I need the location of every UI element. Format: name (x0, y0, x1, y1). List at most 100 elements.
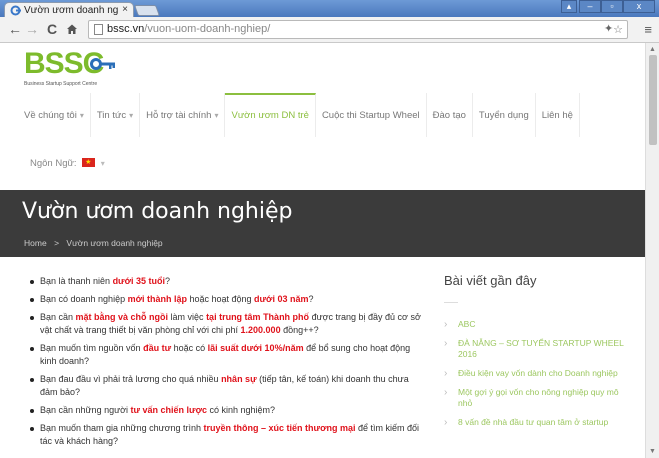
nav-item-2[interactable]: Hỗ trợ tài chính ▾ (140, 93, 226, 137)
close-window-button[interactable]: x (623, 0, 655, 13)
scroll-up-arrow-icon[interactable]: ▲ (649, 46, 656, 53)
vietnam-flag-icon: ★ (82, 158, 96, 167)
chevron-down-icon: ▾ (79, 111, 84, 120)
list-item: Bạn là thanh niên dưới 35 tuổi? (30, 275, 425, 288)
body-text: Bạn muốn tham gia những chương trình (40, 423, 204, 433)
chevron-down-icon: ▾ (214, 111, 219, 120)
browser-tab[interactable]: Vườn ươm doanh ngh × (4, 2, 134, 18)
address-bar[interactable]: bssc.vn/vuon-uom-doanh-nghiep/ ☆ (88, 20, 628, 39)
home-icon[interactable] (66, 23, 78, 35)
body-text: ? (308, 294, 314, 304)
language-label: Ngôn Ngữ: (30, 158, 77, 169)
intro-bullet-list: Bạn là thanh niên dưới 35 tuổi? Bạn có do… (30, 275, 425, 453)
chevron-down-icon: ▾ (100, 159, 105, 168)
breadcrumb-home-link[interactable]: Home (24, 238, 47, 248)
body-text: đồng++? (280, 325, 319, 335)
highlight-text: đầu tư (143, 343, 172, 353)
body-text: ? (164, 276, 170, 286)
maximize-button[interactable]: ▫ (601, 0, 623, 13)
divider (444, 302, 458, 303)
recent-posts-title: Bài viết gần đây (444, 273, 537, 288)
breadcrumb-separator: > (54, 238, 60, 248)
recent-posts-list: ABC ĐÀ NẴNG – SƠ TUYỂN STARTUP WHEEL 2016… (444, 319, 629, 428)
body-text: Bạn là thanh niên (40, 276, 113, 286)
list-item: Bạn có doanh nghiệp mới thành lập hoặc h… (30, 293, 425, 306)
list-item: Bạn cần những người tư vấn chiến lược có… (30, 404, 425, 417)
highlight-text: lãi suất dưới 10%/năm (207, 343, 304, 353)
recent-post-link[interactable]: Điều kiện vay vốn dành cho Doanh nghiệp (444, 368, 629, 379)
body-text: Bạn cần những người (40, 405, 131, 415)
list-item: Bạn muốn tham gia những chương trình tru… (30, 422, 425, 448)
nav-item-0[interactable]: Về chúng tôi ▾ (24, 93, 91, 137)
breadcrumb-current: Vườn ươm doanh nghiệp (66, 238, 163, 248)
recent-post-link[interactable]: ABC (444, 319, 629, 330)
nav-item-label: Liên hệ (541, 110, 573, 121)
logo-subtitle: Business Startup Support Centre (24, 81, 98, 87)
body-text: Bạn cần (40, 312, 76, 322)
recent-posts-widget: Bài viết gần đây ABC ĐÀ NẴNG – SƠ TUYỂN S… (444, 272, 629, 436)
body-text: hoặc hoạt động (186, 294, 255, 304)
url-path: /vuon-uom-doanh-nghiep/ (144, 23, 271, 35)
page-title: Vườn ươm doanh nghiệp (22, 199, 293, 224)
page-icon (94, 24, 103, 35)
list-item: Bạn cần mặt bằng và chỗ ngồi làm việc tạ… (30, 311, 425, 337)
extension-icons[interactable]: ✦ (604, 22, 619, 35)
body-text: hoặc có (171, 343, 208, 353)
list-item: Bạn đau đầu vì phải trả lương cho quá nh… (30, 373, 425, 399)
minimize-button[interactable]: – (579, 0, 601, 13)
body-text: Bạn muốn tìm nguồn vốn (40, 343, 144, 353)
nav-item-label: Tin tức (96, 110, 127, 121)
body-text: Bạn có doanh nghiệp (40, 294, 128, 304)
profile-icon[interactable]: ▴ (561, 0, 577, 13)
logo-key-icon (90, 58, 115, 70)
nav-item-label: Hỗ trợ tài chính (146, 110, 212, 121)
nav-item-1[interactable]: Tin tức ▾ (91, 93, 141, 137)
recent-post-link[interactable]: 8 vấn đề nhà đầu tư quan tâm ở startup (444, 417, 629, 428)
highlight-text: dưới 35 tuổi (112, 276, 165, 286)
site-favicon-icon (10, 5, 21, 16)
chrome-menu-icon[interactable]: ≡ (644, 22, 652, 37)
highlight-text: tư vấn chiến lược (130, 405, 207, 415)
reload-icon[interactable]: C (47, 22, 57, 36)
list-item: Bạn muốn tìm nguồn vốn đầu tư hoặc có lã… (30, 342, 425, 368)
recent-post-link[interactable]: ĐÀ NẴNG – SƠ TUYỂN STARTUP WHEEL 2016 (444, 338, 629, 360)
scroll-down-arrow-icon[interactable]: ▼ (649, 448, 656, 455)
recent-post-link[interactable]: Một gợi ý gọi vốn cho nông nghiệp quy mô… (444, 387, 629, 409)
new-tab-button[interactable] (133, 5, 161, 16)
window-titlebar: Vườn ươm doanh ngh × ▴ – ▫ x (0, 0, 659, 18)
nav-item-label: Tuyển dụng (478, 110, 529, 121)
main-navigation: Về chúng tôi ▾ Tin tức ▾ Hỗ trợ tài chính ▾ Vư… (24, 93, 624, 137)
nav-item-5[interactable]: Đào tạo (427, 93, 473, 137)
nav-item-4[interactable]: Cuộc thi Startup Wheel (316, 93, 427, 137)
body-text: Bạn đau đầu vì phải trả lương cho quá nh… (40, 374, 222, 384)
highlight-text: mới thành lập (127, 294, 187, 304)
page-scrollbar[interactable]: ▲ ▼ (645, 43, 659, 458)
page-banner: Vườn ươm doanh nghiệp Home > Vườn ươm do… (0, 190, 645, 257)
url-host: bssc.vn (107, 23, 145, 35)
nav-item-label: Cuộc thi Startup Wheel (321, 110, 420, 121)
highlight-text: tại trung tâm Thành phố (206, 312, 310, 322)
scrollbar-thumb[interactable] (649, 55, 657, 145)
tab-close-icon[interactable]: × (122, 4, 128, 15)
nav-item-3[interactable]: Vườn ươm DN trẻ (225, 93, 316, 137)
nav-item-label: Vườn ươm DN trẻ (231, 110, 309, 121)
nav-item-6[interactable]: Tuyển dụng (473, 93, 536, 137)
site-logo[interactable]: BSSC Business Startup Support Centre (24, 49, 115, 87)
highlight-text: mặt bằng và chỗ ngồi (75, 312, 169, 322)
nav-item-7[interactable]: Liên hệ (536, 93, 580, 137)
url-text[interactable]: bssc.vn/vuon-uom-doanh-nghiep/ (107, 23, 270, 35)
body-text: làm việc (168, 312, 207, 322)
highlight-text: 1.200.000 (240, 325, 281, 335)
body-text: có kinh nghiệm? (206, 405, 276, 415)
highlight-text: nhân sự (221, 374, 257, 384)
highlight-text: truyền thông – xúc tiến thương mại (203, 423, 356, 433)
nav-item-label: Đào tạo (432, 110, 466, 121)
forward-arrow-icon[interactable]: → (25, 22, 39, 36)
web-page: BSSC Business Startup Support Centre Về … (0, 43, 645, 458)
language-selector[interactable]: Ngôn Ngữ: ★ ▾ (30, 158, 105, 169)
back-arrow-icon[interactable]: ← (8, 22, 22, 36)
nav-item-label: Về chúng tôi (24, 110, 77, 121)
window-controls: ▴ – ▫ x (561, 0, 655, 13)
breadcrumb: Home > Vườn ươm doanh nghiệp (24, 238, 163, 248)
highlight-text: dưới 03 năm (254, 294, 309, 304)
